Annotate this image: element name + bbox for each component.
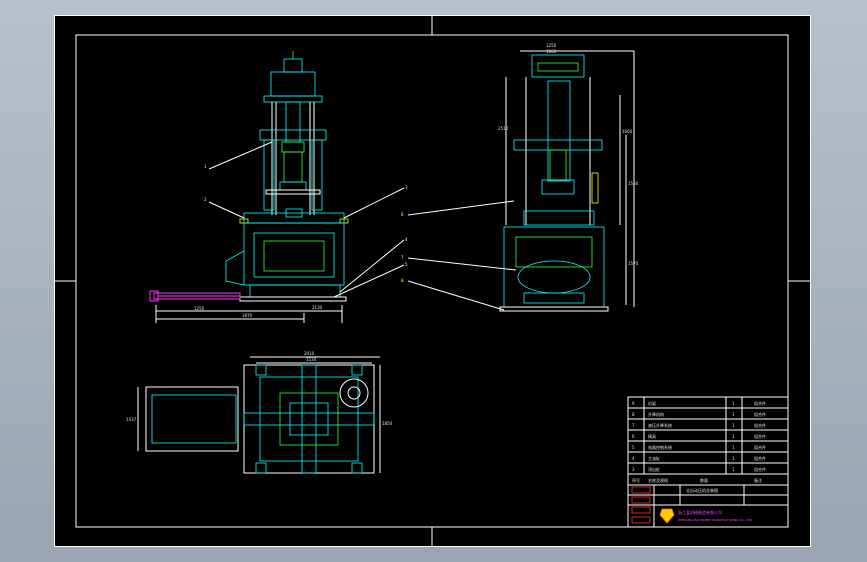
- front-callout-2: 2: [204, 197, 207, 202]
- bom-r4-c1: 电器控制系统: [648, 444, 672, 450]
- bom-r3-c3: 组合件: [754, 433, 766, 439]
- bom-r1-c0: 8: [632, 412, 635, 417]
- bom-header-0: 序号: [632, 477, 640, 483]
- top-dim-1: 2010: [304, 351, 315, 356]
- front-callout-1: 1: [204, 164, 207, 169]
- front-dim-2: 1870: [242, 313, 253, 318]
- bom-r5-c2: 1: [732, 456, 735, 461]
- side-dim-6: 1570: [628, 261, 639, 266]
- bom-header-1: 名称及规格: [648, 477, 668, 483]
- bom-r0-c1: 机架: [648, 400, 656, 406]
- front-callout-3: 3: [405, 185, 408, 190]
- title-block-company-en: ZHEJIANG MACHINERY MANUFACTURING CO., LT…: [678, 518, 753, 522]
- top-dim-2: 1534: [306, 357, 317, 362]
- bom-r4-c2: 1: [732, 445, 735, 450]
- cad-drawing: 1250 1870 2130 1 2 3 4 5 1250 1060 2510 …: [54, 15, 811, 547]
- title-block-title: 全自动压机总装图: [686, 487, 718, 493]
- bom-r5-c0: 4: [632, 456, 635, 461]
- bom-r1-c1: 升降机构: [648, 411, 664, 417]
- bom-r5-c1: 主油缸: [648, 455, 660, 461]
- bom-r4-c3: 组合件: [754, 444, 766, 450]
- bom-r5-c3: 组合件: [754, 455, 766, 461]
- side-callout-6: 6: [401, 212, 404, 217]
- front-callout-4: 4: [405, 237, 408, 242]
- bom-r6-c2: 1: [732, 467, 735, 472]
- bom-r3-c2: 1: [732, 434, 735, 439]
- viewport-background: 1250 1870 2130 1 2 3 4 5 1250 1060 2510 …: [0, 0, 867, 562]
- bom-r2-c0: 7: [632, 423, 635, 428]
- top-dim-3: 1437: [126, 417, 137, 422]
- side-dim-4: 1660: [622, 129, 633, 134]
- bom-r0-c2: 1: [732, 401, 735, 406]
- top-view: 2010 1534 1437 1850: [126, 351, 393, 474]
- bom-r2-c2: 1: [732, 423, 735, 428]
- drawing-sheet: 1250 1870 2130 1 2 3 4 5 1250 1060 2510 …: [54, 15, 811, 547]
- side-callout-7: 7: [401, 255, 404, 260]
- bom-r2-c1: 液压升降系统: [648, 422, 672, 428]
- side-dim-3: 2510: [498, 126, 509, 131]
- side-callout-8: 8: [401, 278, 404, 283]
- bom-header-2: 数量: [700, 477, 708, 483]
- bom-table: 9 机架 1 组合件 8 升降机构 1 组合件 7 液压升降系统 1 组合件 6…: [627, 396, 789, 528]
- bom-r6-c3: 组合件: [754, 466, 766, 472]
- front-dim-3: 2130: [312, 305, 323, 310]
- bom-r6-c0: 3: [632, 467, 635, 472]
- front-view: 1250 1870 2130 1 2 3 4 5: [149, 51, 408, 323]
- top-dim-4: 1850: [382, 421, 393, 426]
- bom-header-3: 备注: [754, 477, 762, 483]
- company-logo-icon: [659, 508, 675, 524]
- front-callout-5: 5: [405, 262, 408, 267]
- bom-r3-c0: 6: [632, 434, 635, 439]
- bom-r6-c1: 顶出缸: [648, 466, 660, 472]
- bom-r0-c3: 组合件: [754, 400, 766, 406]
- bom-r0-c0: 9: [632, 401, 635, 406]
- side-dim-5: 1560: [628, 181, 639, 186]
- bom-r1-c2: 1: [732, 412, 735, 417]
- front-dim-1: 1250: [194, 306, 205, 311]
- side-dim-1: 1250: [546, 43, 557, 48]
- side-dim-2: 1060: [546, 49, 557, 54]
- bom-r3-c1: 模具: [648, 433, 656, 439]
- outer-frame: [54, 15, 811, 547]
- bom-r4-c0: 5: [632, 445, 635, 450]
- bom-r1-c3: 组合件: [754, 411, 766, 417]
- inner-frame: [75, 34, 789, 528]
- side-view: 1250 1060 2510 1660 1560 1570 6 7 8: [401, 43, 639, 312]
- bom-r2-c3: 组合件: [754, 422, 766, 428]
- title-block-company: 浙江某机械制造有限公司: [678, 509, 722, 515]
